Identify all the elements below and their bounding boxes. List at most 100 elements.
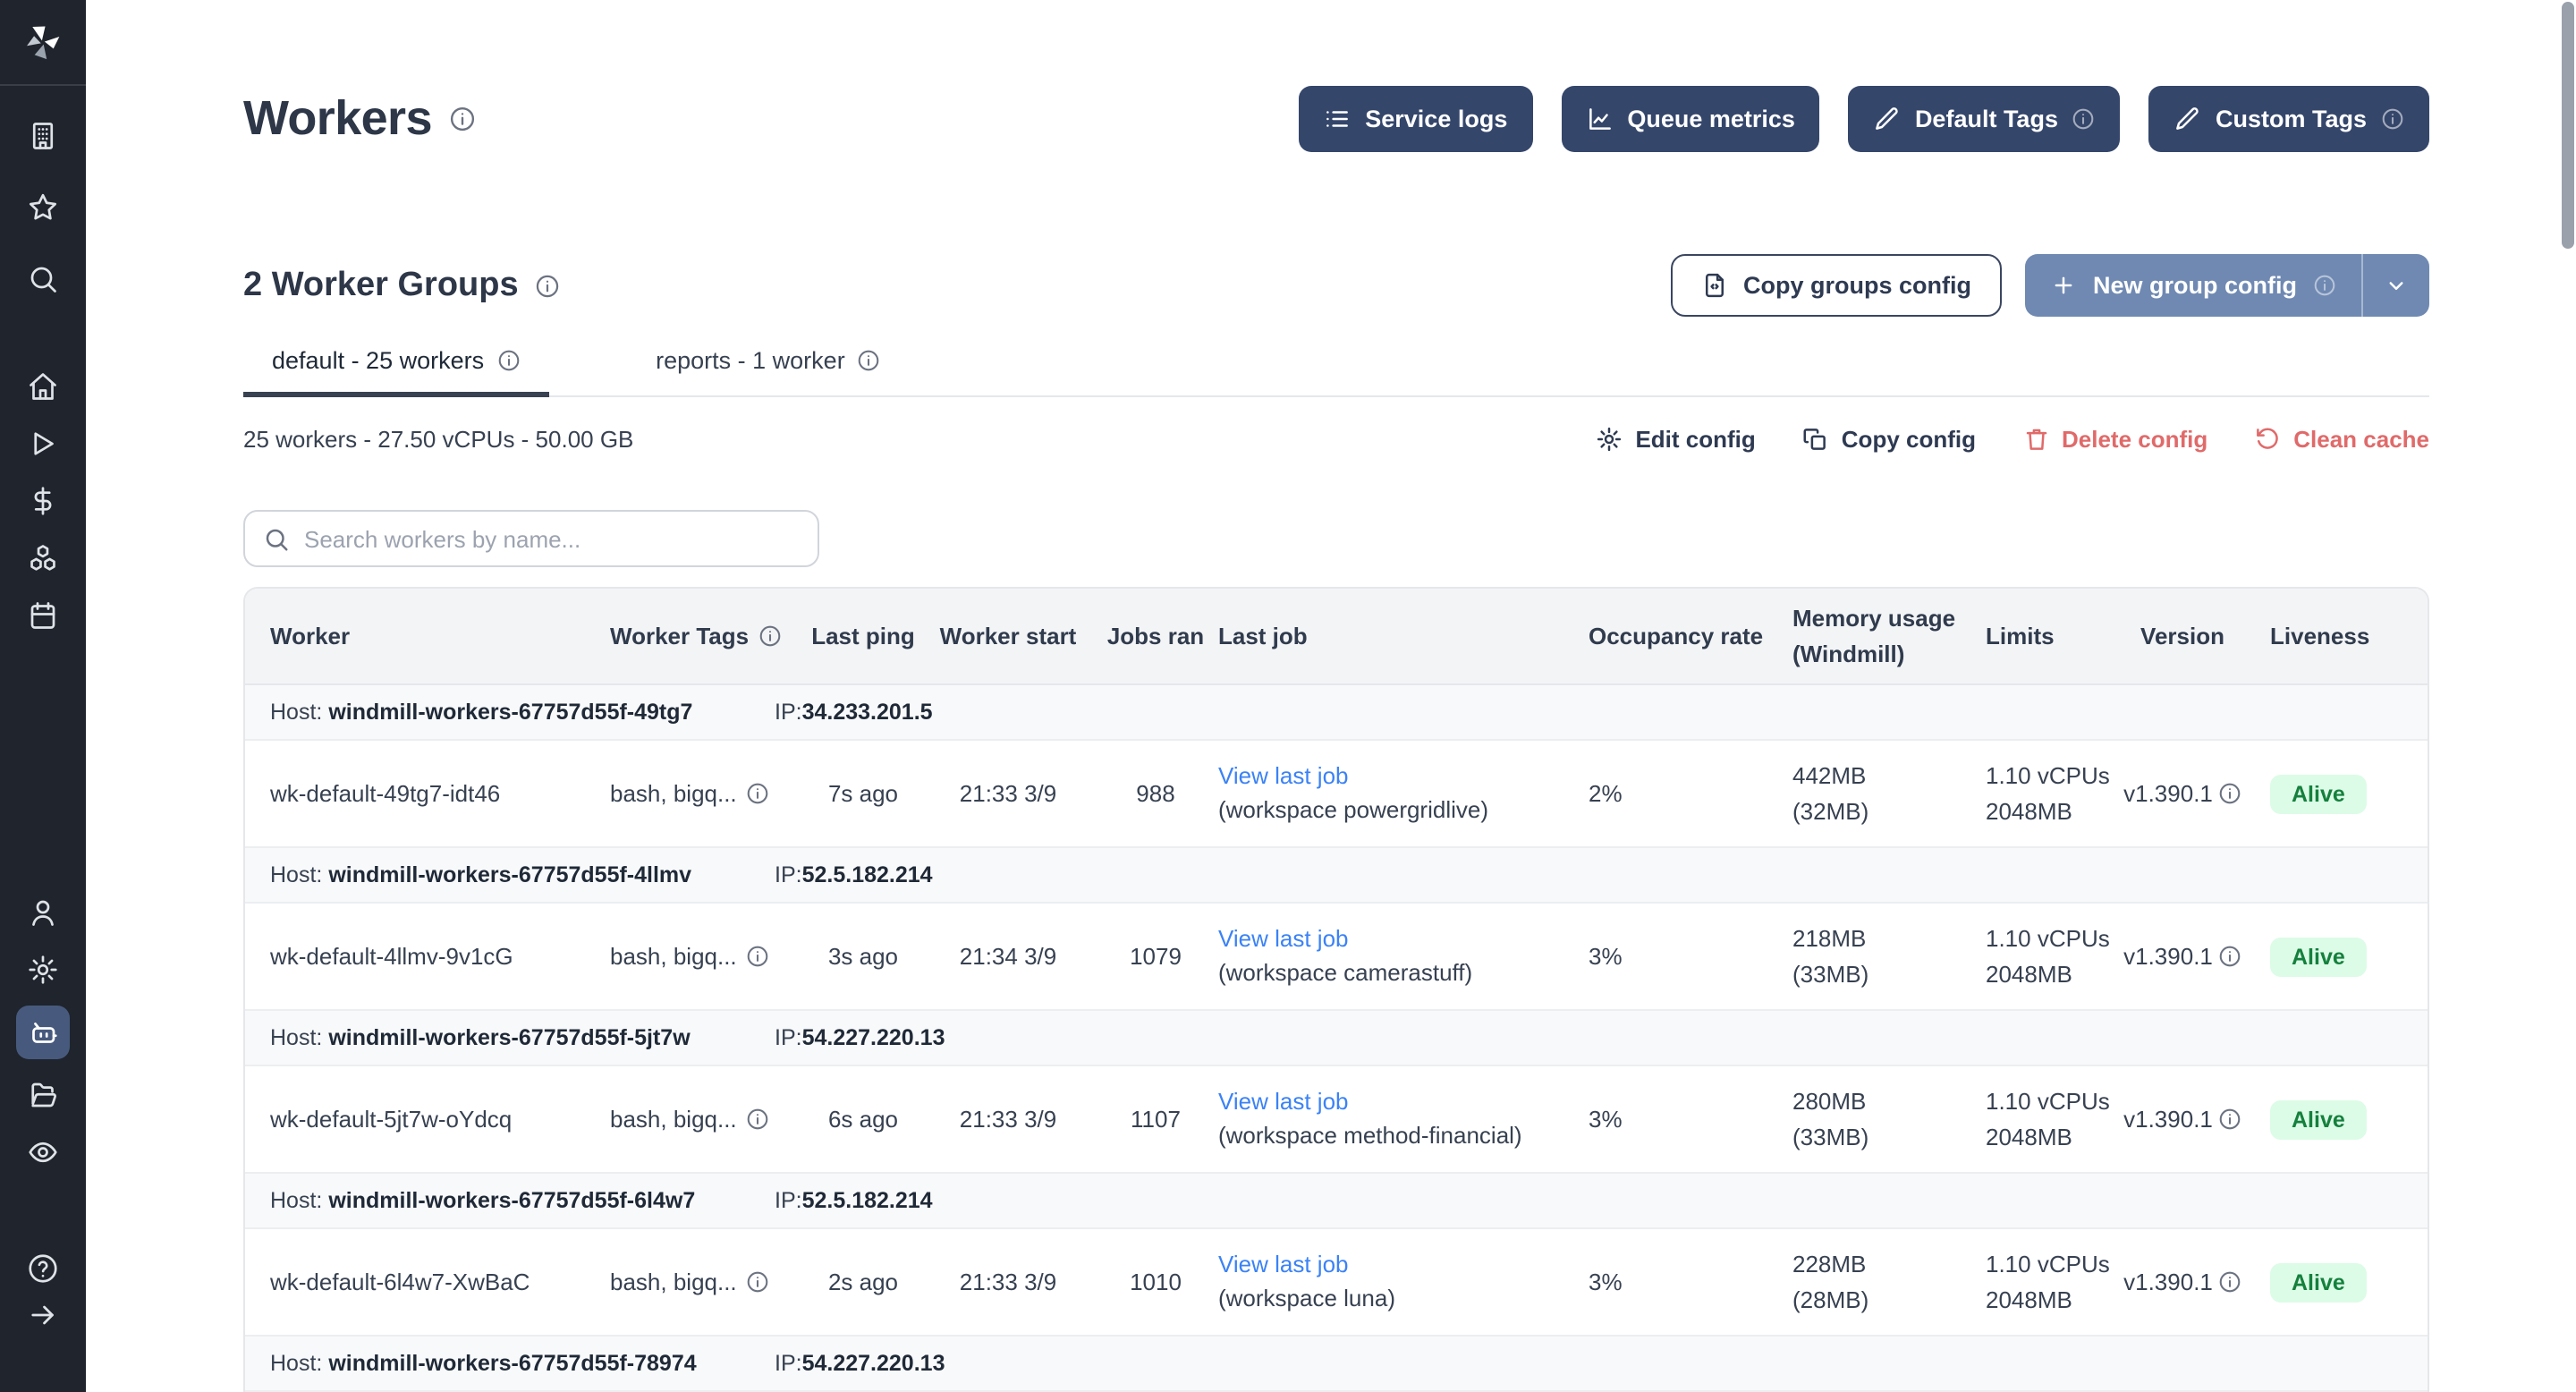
host-name: windmill-workers-67757d55f-78974 <box>328 1351 696 1376</box>
delete-config-button[interactable]: Delete config <box>2022 426 2207 453</box>
occupancy-rate: 2% <box>1567 780 1764 807</box>
host-ip: 54.227.220.13 <box>802 1025 945 1050</box>
sidebar-item-schedules[interactable] <box>16 594 70 637</box>
tab-reports[interactable]: reports - 1 worker <box>627 336 910 397</box>
view-last-job-link[interactable]: View last job <box>1218 761 1349 788</box>
edit-config-button[interactable]: Edit config <box>1596 426 1755 453</box>
version-info-icon[interactable] <box>2218 782 2241 805</box>
worker-groups-heading: 2 Worker Groups <box>243 266 519 305</box>
view-last-job-link[interactable]: View last job <box>1218 1250 1349 1277</box>
host-name: windmill-workers-67757d55f-4llmv <box>328 862 691 887</box>
star-icon <box>27 191 59 224</box>
worker-row: wk-default-6l4w7-XwBaC bash, bigq... 2s … <box>245 1229 2428 1337</box>
boxes-icon <box>27 542 59 574</box>
windmill-pinwheel-icon <box>23 22 63 62</box>
search-input[interactable] <box>304 525 800 552</box>
limits: 1.10 vCPUs 2048MB <box>1961 1084 2113 1154</box>
col-header-worker: Worker <box>245 623 592 649</box>
version-info-icon[interactable] <box>2218 1108 2241 1131</box>
tab-reports-info-icon[interactable] <box>858 349 881 372</box>
default-tags-info-icon[interactable] <box>2072 107 2096 131</box>
limits: 1.10 vCPUs 2048MB <box>1961 759 2113 828</box>
plus-icon <box>2050 272 2077 299</box>
sidebar-item-workspace[interactable] <box>16 115 70 157</box>
new-group-config-info-icon[interactable] <box>2313 274 2336 297</box>
list-icon <box>1324 106 1351 132</box>
version-info-icon[interactable] <box>2218 945 2241 968</box>
delete-config-label: Delete config <box>2062 426 2207 453</box>
sidebar-item-audit[interactable] <box>16 1131 70 1174</box>
copy-groups-config-button[interactable]: Copy groups config <box>1670 254 2002 317</box>
version-info-icon[interactable] <box>2218 1270 2241 1294</box>
eye-icon <box>27 1136 59 1168</box>
gear-icon <box>1596 426 1623 453</box>
dollar-icon <box>27 485 59 517</box>
sidebar <box>0 0 86 1392</box>
host-row: Host: windmill-workers-67757d55f-5jt7w I… <box>245 1011 2428 1066</box>
queue-metrics-button[interactable]: Queue metrics <box>1561 86 1820 152</box>
vertical-scrollbar-thumb[interactable] <box>2562 2 2574 249</box>
windmill-logo[interactable] <box>0 0 86 86</box>
sidebar-item-variables[interactable] <box>16 480 70 522</box>
tab-default-info-icon[interactable] <box>496 349 520 372</box>
new-group-config-button[interactable]: New group config <box>2025 254 2429 317</box>
tags-info-icon[interactable] <box>746 1108 769 1131</box>
memory-usage: 280MB (33MB) <box>1764 1084 1961 1154</box>
jobs-ran: 1107 <box>1093 1106 1218 1133</box>
sidebar-item-help[interactable] <box>16 1247 70 1290</box>
version: v1.390.1 <box>2113 1269 2252 1295</box>
col-header-version: Version <box>2113 623 2252 649</box>
folder-open-icon <box>27 1079 59 1111</box>
clean-cache-button[interactable]: Clean cache <box>2254 426 2429 453</box>
sidebar-item-runs[interactable] <box>16 422 70 465</box>
workers-info-icon[interactable] <box>450 106 477 132</box>
custom-tags-button[interactable]: Custom Tags <box>2149 86 2429 152</box>
tags-info-icon[interactable] <box>746 782 769 805</box>
new-group-config-dropdown[interactable] <box>2361 254 2429 317</box>
limits: 1.10 vCPUs 2048MB <box>1961 921 2113 991</box>
worker-groups-info-icon[interactable] <box>535 273 560 298</box>
host-ip: 52.5.182.214 <box>802 862 933 887</box>
worker-tags-info-icon[interactable] <box>758 624 781 648</box>
host-name: windmill-workers-67757d55f-6l4w7 <box>328 1188 695 1213</box>
sidebar-item-users[interactable] <box>16 891 70 934</box>
worker-search <box>243 510 819 567</box>
search-icon <box>27 263 59 295</box>
clean-cache-label: Clean cache <box>2293 426 2429 453</box>
sidebar-item-workers[interactable] <box>16 1006 70 1059</box>
worker-start: 21:34 3/9 <box>923 943 1093 970</box>
new-group-config-main[interactable]: New group config <box>2025 254 2361 317</box>
tab-default[interactable]: default - 25 workers <box>243 336 548 397</box>
custom-tags-label: Custom Tags <box>2216 106 2367 132</box>
jobs-ran: 988 <box>1093 780 1218 807</box>
sidebar-item-resources[interactable] <box>16 537 70 580</box>
worker-name: wk-default-5jt7w-oYdcq <box>245 1106 592 1133</box>
default-tags-button[interactable]: Default Tags <box>1849 86 2121 152</box>
view-last-job-link[interactable]: View last job <box>1218 924 1349 951</box>
sidebar-item-settings[interactable] <box>16 948 70 991</box>
tags-info-icon[interactable] <box>746 945 769 968</box>
gear-icon <box>27 954 59 986</box>
col-header-occupancy: Occupancy rate <box>1567 623 1764 649</box>
custom-tags-info-icon[interactable] <box>2381 107 2404 131</box>
tags-info-icon[interactable] <box>746 1270 769 1294</box>
host-row: Host: windmill-workers-67757d55f-6l4w7 I… <box>245 1174 2428 1229</box>
liveness-badge: Alive <box>2270 937 2367 976</box>
last-job-workspace: (workspace camerastuff) <box>1218 958 1472 985</box>
sidebar-item-home[interactable] <box>16 365 70 408</box>
page-header: Workers Service logs <box>243 86 2429 152</box>
version: v1.390.1 <box>2113 1106 2252 1133</box>
host-ip: 54.227.220.13 <box>802 1351 945 1376</box>
sidebar-collapse-toggle[interactable] <box>16 1294 70 1337</box>
last-job-workspace: (workspace luna) <box>1218 1284 1395 1311</box>
sidebar-item-folders[interactable] <box>16 1074 70 1116</box>
sidebar-item-search[interactable] <box>16 258 70 301</box>
sidebar-item-favorites[interactable] <box>16 186 70 229</box>
worker-row: wk-default-5jt7w-oYdcq bash, bigq... 6s … <box>245 1066 2428 1174</box>
copy-config-button[interactable]: Copy config <box>1802 426 1976 453</box>
trash-icon <box>2022 426 2049 453</box>
view-last-job-link[interactable]: View last job <box>1218 1087 1349 1114</box>
col-header-start: Worker start <box>923 623 1093 649</box>
service-logs-button[interactable]: Service logs <box>1299 86 1532 152</box>
chart-icon <box>1586 106 1613 132</box>
